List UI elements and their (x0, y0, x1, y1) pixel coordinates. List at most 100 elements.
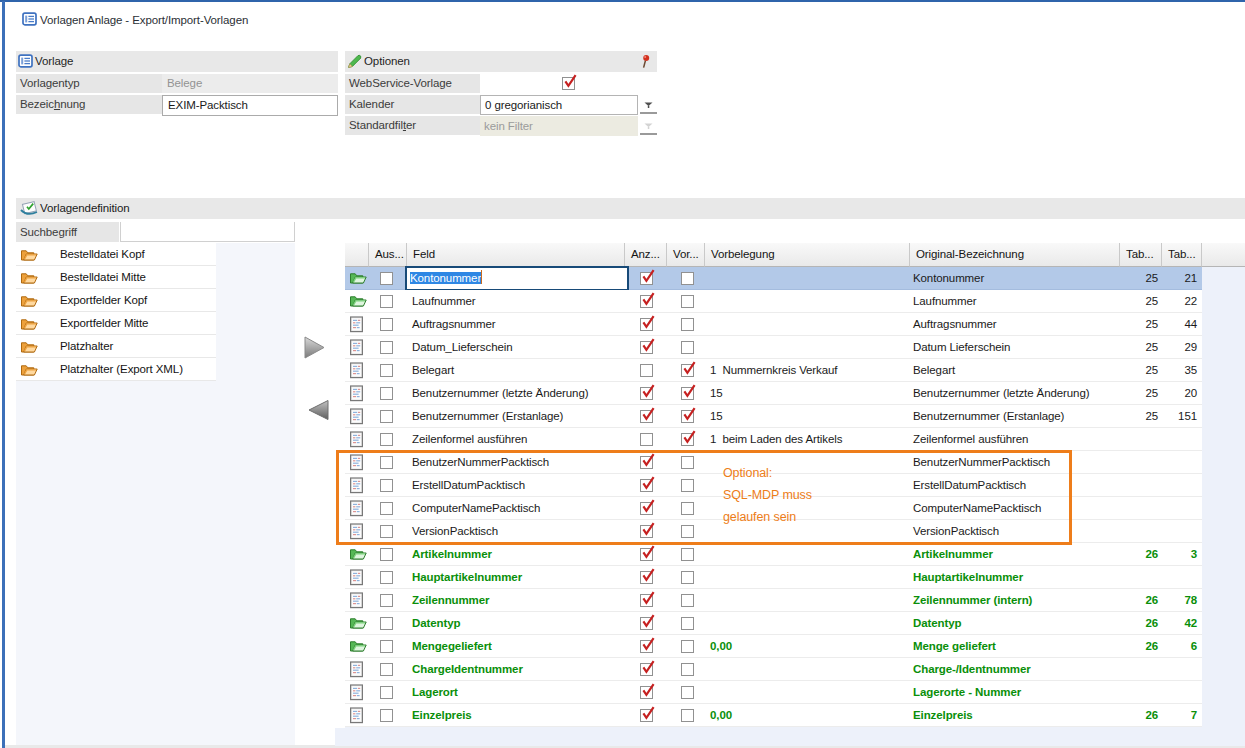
vorbelegung-cell: 15 (710, 382, 910, 404)
vor-checkbox[interactable] (681, 663, 694, 676)
column-header-Original-Bezeichnung[interactable]: Original-Bezeichnung (910, 243, 1120, 267)
anz-checkbox[interactable] (640, 594, 653, 607)
move-right-button[interactable] (302, 335, 327, 362)
pin-icon[interactable] (640, 54, 651, 76)
vor-checkbox[interactable] (681, 433, 694, 446)
bezeichnung-label: Bezeichnung (16, 95, 162, 114)
folder-item-label: Bestelldatei Mitte (60, 266, 146, 288)
anz-checkbox[interactable] (640, 341, 653, 354)
aus-checkbox[interactable] (380, 272, 393, 285)
vor-checkbox[interactable] (681, 571, 694, 584)
vor-checkbox[interactable] (681, 709, 694, 722)
kalender-select[interactable]: 0 gregorianisch (480, 95, 638, 115)
standardfilter-select: kein Filter (480, 116, 638, 136)
vor-checkbox[interactable] (681, 640, 694, 653)
anz-checkbox[interactable] (640, 295, 653, 308)
table-row[interactable]: Einzelpreis0,00Einzelpreis267 (345, 704, 1202, 727)
bezeichnung-input[interactable]: EXIM-Packtisch (162, 95, 338, 114)
aus-checkbox[interactable] (380, 295, 393, 308)
feld-cell: Zeilennummer (407, 589, 489, 611)
vor-checkbox[interactable] (681, 318, 694, 331)
aus-checkbox[interactable] (380, 548, 393, 561)
anz-checkbox[interactable] (640, 663, 653, 676)
column-header-Aus...[interactable]: Aus... (369, 243, 407, 267)
anz-checkbox[interactable] (640, 318, 653, 331)
anz-checkbox[interactable] (640, 640, 653, 653)
anz-checkbox[interactable] (640, 272, 653, 285)
aus-checkbox[interactable] (380, 594, 393, 607)
anz-checkbox[interactable] (640, 686, 653, 699)
vor-checkbox[interactable] (681, 341, 694, 354)
anz-checkbox[interactable] (640, 410, 653, 423)
table-row[interactable]: LaufnummerLaufnummer2522 (345, 290, 1202, 313)
aus-checkbox[interactable] (380, 410, 393, 423)
table-row[interactable]: HauptartikelnummerHauptartikelnummer (345, 566, 1202, 589)
aus-checkbox[interactable] (380, 709, 393, 722)
aus-checkbox[interactable] (380, 571, 393, 584)
table-row[interactable]: ChargeIdentnummerCharge-/Identnummer (345, 658, 1202, 681)
tab1-cell: 26 (1120, 704, 1158, 726)
aus-checkbox[interactable] (380, 663, 393, 676)
anz-checkbox[interactable] (640, 387, 653, 400)
column-header-Tab...[interactable]: Tab... (1162, 243, 1202, 267)
folder-item[interactable]: Bestelldatei Mitte (16, 266, 216, 289)
vor-checkbox[interactable] (681, 364, 694, 377)
folder-item[interactable]: Bestelldatei Kopf (16, 243, 216, 266)
folder-item[interactable]: Platzhalter (16, 335, 216, 358)
vor-checkbox[interactable] (681, 594, 694, 607)
table-row[interactable]: DatentypDatentyp2642 (345, 612, 1202, 635)
folder-item-label: Platzhalter (60, 335, 113, 357)
move-left-button[interactable] (307, 399, 331, 423)
webservice-checkbox[interactable] (562, 77, 575, 90)
table-row[interactable]: Datum_LieferscheinDatum Lieferschein2529 (345, 336, 1202, 359)
vor-checkbox[interactable] (681, 617, 694, 630)
aus-checkbox[interactable] (380, 387, 393, 400)
aus-checkbox[interactable] (380, 318, 393, 331)
column-header-Feld[interactable]: Feld (407, 243, 625, 267)
aus-checkbox[interactable] (380, 640, 393, 653)
aus-checkbox[interactable] (380, 341, 393, 354)
table-row[interactable]: Benutzernummer (letzte Änderung)15Benutz… (345, 382, 1202, 405)
anz-checkbox[interactable] (640, 433, 653, 446)
aus-checkbox[interactable] (380, 433, 393, 446)
vor-checkbox[interactable] (681, 548, 694, 561)
table-row[interactable]: Belegart1 Nummernkreis VerkaufBelegart25… (345, 359, 1202, 382)
column-header-Tab...[interactable]: Tab... (1120, 243, 1162, 267)
table-row[interactable]: LagerortLagerorte - Nummer (345, 681, 1202, 704)
aus-checkbox[interactable] (380, 364, 393, 377)
folder-item[interactable]: Platzhalter (Export XML) (16, 358, 216, 381)
tab2-cell: 29 (1162, 336, 1197, 358)
anz-checkbox[interactable] (640, 709, 653, 722)
folder-item[interactable]: Exportfelder Kopf (16, 289, 216, 312)
anz-checkbox[interactable] (640, 617, 653, 630)
folder-item[interactable]: Exportfelder Mitte (16, 312, 216, 335)
anz-checkbox[interactable] (640, 364, 653, 377)
vor-checkbox[interactable] (681, 295, 694, 308)
tab2-cell (1162, 566, 1197, 588)
table-row[interactable]: AuftragsnummerAuftragsnummer2544 (345, 313, 1202, 336)
tab2-cell: 20 (1162, 382, 1197, 404)
aus-checkbox[interactable] (380, 686, 393, 699)
table-row[interactable]: ArtikelnummerArtikelnummer263 (345, 543, 1202, 566)
table-row[interactable]: Zeilenformel ausführen1 beim Laden des A… (345, 428, 1202, 451)
table-row[interactable]: Benutzernummer (Erstanlage)15Benutzernum… (345, 405, 1202, 428)
table-row[interactable]: Mengegeliefert0,00Menge geliefert266 (345, 635, 1202, 658)
vor-checkbox[interactable] (681, 410, 694, 423)
anz-checkbox[interactable] (640, 548, 653, 561)
kalender-dropdown-button[interactable] (640, 95, 657, 114)
suchbegriff-input[interactable] (120, 222, 295, 242)
vorlage-panel-header: Vorlage (16, 51, 338, 72)
table-row[interactable]: KontonummerKontonummer2521 (345, 267, 1202, 290)
vor-checkbox[interactable] (681, 272, 694, 285)
anz-checkbox[interactable] (640, 571, 653, 584)
table-row[interactable]: ZeilennummerZeilennummer (intern)2678 (345, 589, 1202, 612)
document-icon (349, 385, 364, 407)
aus-checkbox[interactable] (380, 617, 393, 630)
field-edit-box[interactable]: Kontonummer (405, 266, 629, 291)
column-header-Vor...[interactable]: Vor... (667, 243, 705, 267)
column-header-Anz...[interactable]: Anz... (625, 243, 667, 267)
vor-checkbox[interactable] (681, 686, 694, 699)
tab2-cell (1162, 681, 1197, 703)
column-header-Vorbelegung[interactable]: Vorbelegung (705, 243, 910, 267)
vor-checkbox[interactable] (681, 387, 694, 400)
